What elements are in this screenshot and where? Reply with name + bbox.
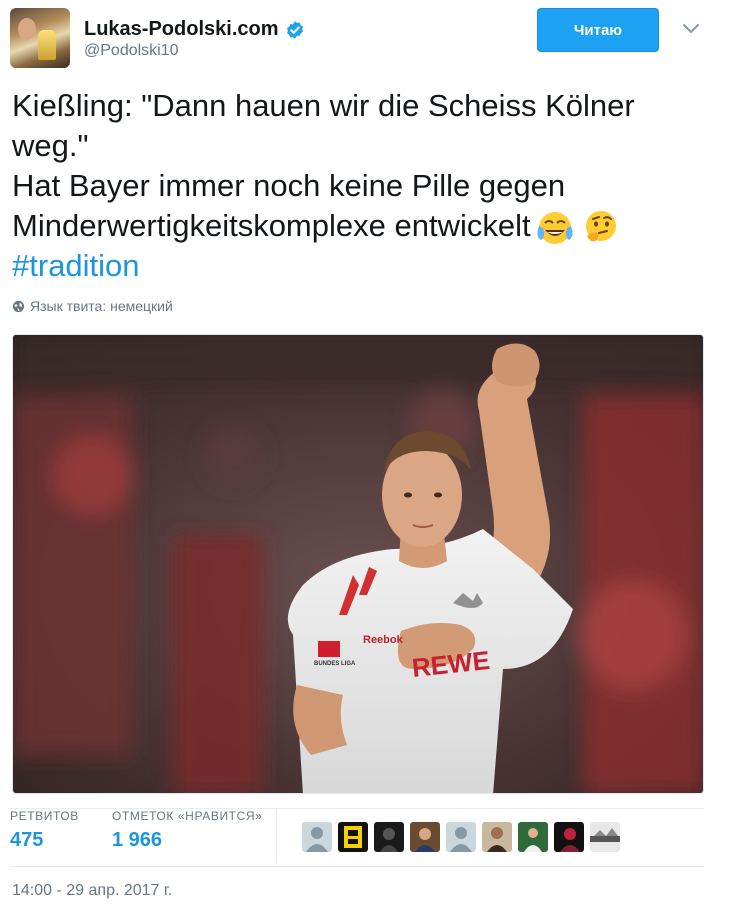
bundesliga-badge <box>318 641 340 657</box>
tweet-text: Kießling: "Dann hauen wir die Scheiss Kö… <box>12 86 722 286</box>
likes-stat[interactable]: ОТМЕТОК «НРАВИТСЯ» 1 966 <box>112 809 262 852</box>
badge-text: BUNDES LIGA <box>314 661 356 667</box>
following-button[interactable]: Читаю <box>537 8 659 52</box>
liker-avatar-default-icon[interactable] <box>446 822 476 852</box>
liker-avatar-icon[interactable] <box>518 822 548 852</box>
tweet-stats: РЕТВИТОВ 475 ОТМЕТОК «НРАВИТСЯ» 1 966 <box>10 809 704 865</box>
liker-avatar-icon[interactable] <box>590 822 620 852</box>
stats-separator <box>276 809 277 863</box>
tweet-line: weg." <box>12 128 89 163</box>
language-label: Язык твита: немецкий <box>30 298 173 314</box>
thinking-face-icon <box>585 210 616 242</box>
player-celebrating-image: Reebok REWE BUNDES LIGA <box>13 335 703 793</box>
likes-label: ОТМЕТОК «НРАВИТСЯ» <box>112 809 263 823</box>
tweet-line: Hat Bayer immer noch keine Pille gegen <box>12 168 566 203</box>
tweet-line: Kießling: "Dann hauen wir die Scheiss Kö… <box>12 88 635 123</box>
liker-avatar-icon[interactable] <box>338 822 368 852</box>
chevron-down-icon[interactable] <box>680 20 702 36</box>
author-avatar[interactable] <box>10 8 70 68</box>
likes-count[interactable]: 1 966 <box>112 829 262 852</box>
liker-avatars <box>302 822 626 852</box>
divider <box>10 866 704 867</box>
liker-avatar-default-icon[interactable] <box>302 822 332 852</box>
liker-avatar-icon[interactable] <box>374 822 404 852</box>
tweet-line: Minderwertigkeitskomplexe entwickelt <box>12 208 531 243</box>
liker-avatar-icon[interactable] <box>482 822 512 852</box>
retweets-stat[interactable]: РЕТВИТОВ 475 <box>10 809 79 852</box>
author-name-row[interactable]: Lukas-Podolski.com <box>84 18 305 41</box>
retweets-count[interactable]: 475 <box>10 829 79 852</box>
liker-avatar-icon[interactable] <box>410 822 440 852</box>
tweet-photo[interactable]: Reebok REWE BUNDES LIGA <box>12 334 704 794</box>
hashtag-link[interactable]: #tradition <box>12 246 722 286</box>
face-with-tears-of-joy-icon <box>536 211 573 244</box>
sponsor-text: Reebok <box>363 634 404 646</box>
globe-icon <box>12 300 25 312</box>
retweets-label: РЕТВИТОВ <box>10 809 79 823</box>
author-name[interactable]: Lukas-Podolski.com <box>84 18 279 41</box>
tweet-line-with-emoji: Minderwertigkeitskomplexe entwickelt <box>12 206 722 246</box>
tweet-timestamp[interactable]: 14:00 - 29 апр. 2017 г. <box>12 882 172 900</box>
author-handle[interactable]: @Podolski10 <box>84 42 179 60</box>
liker-avatar-icon[interactable] <box>554 822 584 852</box>
tweet-language-note: Язык твита: немецкий <box>12 298 173 314</box>
verified-badge-icon <box>286 20 303 39</box>
